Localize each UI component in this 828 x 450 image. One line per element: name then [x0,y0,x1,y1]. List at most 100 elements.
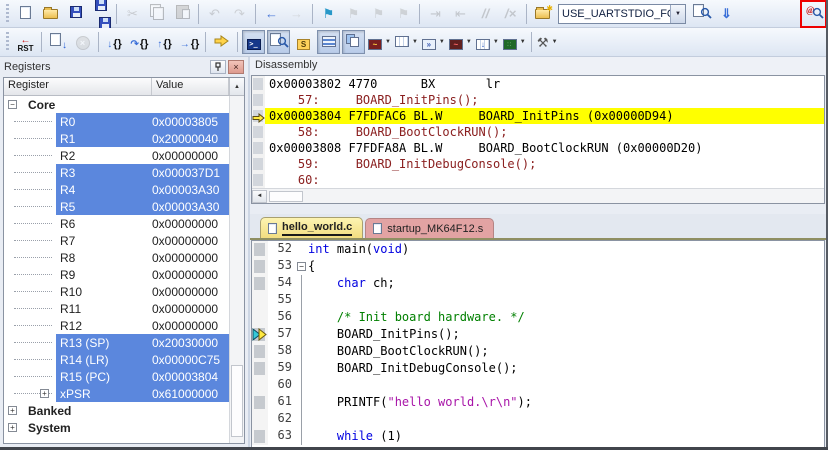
editor-gutter[interactable] [252,258,268,275]
editor-gutter[interactable] [252,275,268,292]
register-row-r4[interactable]: R40x00003A30 [4,181,229,198]
watch-window-button[interactable]: ~▼ [367,30,392,54]
register-group-core[interactable]: −Core [4,96,229,113]
editor-line[interactable]: 55 [252,292,824,309]
register-row-r13-sp-[interactable]: R13 (SP)0x20030000 [4,334,229,351]
toolbox-button[interactable]: ⚒▼ [536,30,559,54]
editor-line[interactable]: 62 [252,411,824,428]
callstack-window-button[interactable] [342,30,365,54]
disassembly-gutter[interactable] [252,140,265,156]
register-row-r15-pc-[interactable]: R15 (PC)0x00003804 [4,368,229,385]
tab-hello-world-c[interactable]: hello_world.c [260,217,363,238]
configure-wizard-button[interactable]: ✱ [531,2,554,26]
disassembly-line[interactable]: 60: [252,172,824,188]
scroll-up-icon[interactable]: ▲ [229,78,244,95]
expand-icon[interactable]: + [8,423,17,432]
save-all-button[interactable] [89,2,112,26]
editor-gutter[interactable] [252,241,268,258]
scrollbar-thumb[interactable] [269,191,303,202]
register-row-xpsr[interactable]: +xPSR0x61000000 [4,385,229,402]
download-button[interactable]: ⇓ [715,2,738,26]
editor-line[interactable]: 59 BOARD_InitDebugConsole(); [252,360,824,377]
disassembly-line[interactable]: 0x00003808 F7FDFA8A BL.W BOARD_BootClock… [252,140,824,156]
editor-gutter[interactable] [252,394,268,411]
register-row-r5[interactable]: R50x00003A30 [4,198,229,215]
code-editor[interactable]: 52int main(void)53−{54 char ch;5556 /* I… [251,240,825,447]
disassembly-gutter[interactable] [252,108,265,124]
register-row-r7[interactable]: R70x00000000 [4,232,229,249]
symbol-window-button[interactable]: S [292,30,315,54]
memory-window-button[interactable]: ▼ [394,30,419,54]
open-file-button[interactable] [39,2,62,26]
chevron-down-icon[interactable]: ▼ [439,39,445,45]
editor-gutter[interactable] [252,377,268,394]
command-window-button[interactable]: >_ [242,30,265,54]
chevron-down-icon[interactable]: ▼ [412,39,418,45]
registers-window-button[interactable] [317,30,340,54]
step-into-button[interactable]: ↓{} [103,30,126,54]
editor-line[interactable]: 52int main(void) [252,241,824,258]
file-search-button[interactable] [690,2,713,26]
scroll-left-icon[interactable]: ◄ [252,190,267,203]
editor-current-line[interactable]: 57 BOARD_InitPins(); [252,326,824,343]
disassembly-gutter[interactable] [252,76,265,92]
disassembly-line[interactable]: 58: BOARD_BootClockRUN(); [252,124,824,140]
chevron-down-icon[interactable]: ▼ [493,39,499,45]
show-next-statement-button[interactable] [210,30,233,54]
define-combo-box[interactable]: USE_UARTSTDIO_FOR_EF▼ [558,4,686,24]
toolbar-grip[interactable] [5,32,10,52]
column-header-register[interactable]: Register [4,78,152,95]
run-button[interactable]: ↓ [46,30,69,54]
pin-icon[interactable] [210,60,226,74]
register-row-r14-lr-[interactable]: R14 (LR)0x00000C75 [4,351,229,368]
toggle-bookmark-button[interactable]: ⚑ [317,2,340,26]
fold-margin[interactable]: − [296,258,308,275]
disassembly-line[interactable]: 59: BOARD_InitDebugConsole(); [252,156,824,172]
editor-line[interactable]: 60 [252,377,824,394]
run-to-cursor-button[interactable]: →{} [178,30,201,54]
editor-gutter[interactable] [252,309,268,326]
register-row-r10[interactable]: R100x00000000 [4,283,229,300]
reset-button[interactable]: ←RST [14,30,37,54]
editor-gutter[interactable] [252,428,268,445]
editor-gutter[interactable] [252,326,268,343]
fold-collapse-icon[interactable]: − [297,262,306,271]
editor-gutter[interactable] [252,292,268,309]
register-row-r11[interactable]: R110x00000000 [4,300,229,317]
trace-window-button[interactable]: ↓▼ [475,30,500,54]
chevron-down-icon[interactable]: ▼ [552,39,558,45]
disassembly-gutter[interactable] [252,156,265,172]
new-file-button[interactable] [14,2,37,26]
editor-line[interactable]: 54 char ch; [252,275,824,292]
editor-gutter[interactable] [252,411,268,428]
register-row-r0[interactable]: R00x00003805 [4,113,229,130]
register-row-r2[interactable]: R20x00000000 [4,147,229,164]
registers-vertical-scrollbar[interactable] [229,96,244,443]
highlighted-lookup-button[interactable]: @ [802,2,825,26]
editor-gutter[interactable] [252,360,268,377]
panel-splitter[interactable] [250,204,826,214]
collapse-icon[interactable]: − [8,100,17,109]
disassembly-window-button[interactable] [267,30,290,54]
chevron-down-icon[interactable]: ▼ [520,39,526,45]
register-group-system[interactable]: +System [4,419,229,436]
expand-icon[interactable]: + [8,406,17,415]
toolbar-grip[interactable] [5,4,10,24]
register-group-banked[interactable]: +Banked [4,402,229,419]
register-row-r8[interactable]: R80x00000000 [4,249,229,266]
navigate-back-button[interactable]: ← [260,2,283,26]
editor-line[interactable]: 53−{ [252,258,824,275]
disassembly-gutter[interactable] [252,92,265,108]
editor-line[interactable]: 63 while (1) [252,428,824,445]
disassembly-horizontal-scrollbar[interactable]: ◄ [252,188,824,203]
close-icon[interactable]: × [228,60,244,74]
save-button[interactable] [64,2,87,26]
register-row-r1[interactable]: R10x20000040 [4,130,229,147]
step-over-button[interactable]: ↷{} [128,30,151,54]
disassembly-line[interactable]: 57: BOARD_InitPins(); [252,92,824,108]
serial-window-button[interactable]: »▼ [421,30,446,54]
register-row-r12[interactable]: R120x00000000 [4,317,229,334]
register-row-r9[interactable]: R90x00000000 [4,266,229,283]
editor-line[interactable]: 56 /* Init board hardware. */ [252,309,824,326]
disassembly-line[interactable]: 0x00003802 4770 BX lr [252,76,824,92]
